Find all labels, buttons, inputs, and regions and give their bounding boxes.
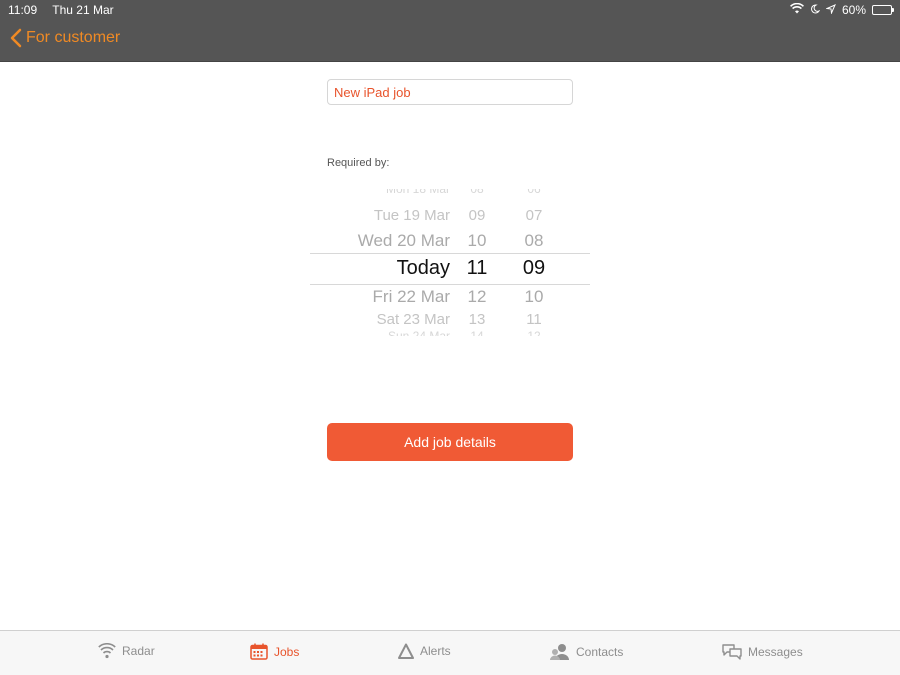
battery-icon (872, 5, 894, 15)
picker-minute-selected[interactable]: 09 (516, 257, 552, 280)
picker-minute-option[interactable]: 08 (516, 231, 552, 251)
tab-jobs[interactable]: Jobs (250, 643, 299, 660)
picker-date-option[interactable]: Fri 22 Mar (310, 287, 450, 307)
calendar-icon (250, 643, 268, 660)
date-time-picker[interactable]: Mon 18 Mar Tue 19 Mar Wed 20 Mar Today Fri 2… (310, 188, 590, 344)
triangle-icon (398, 643, 414, 659)
contacts-icon (550, 644, 569, 660)
picker-hour-option[interactable]: 10 (460, 231, 494, 251)
nav-bar: For customer (0, 20, 900, 62)
radar-wifi-icon (98, 643, 116, 659)
status-time: 11:09 (8, 3, 38, 17)
picker-date-option[interactable]: Sat 23 Mar (310, 311, 450, 328)
back-button[interactable]: For customer (10, 28, 120, 48)
picker-hour-option[interactable]: 14 (460, 329, 494, 336)
wifi-icon (790, 2, 804, 17)
add-job-details-button[interactable]: Add job details (327, 423, 573, 461)
tab-contacts-label: Contacts (576, 645, 624, 659)
tab-messages[interactable]: Messages (722, 643, 803, 660)
chat-bubbles-icon (722, 644, 742, 660)
picker-date-column[interactable]: Mon 18 Mar Tue 19 Mar Wed 20 Mar Today Fri 2… (310, 188, 450, 344)
tab-radar[interactable]: Radar (98, 643, 155, 659)
picker-hour-option[interactable]: 12 (460, 287, 494, 307)
tab-contacts[interactable]: Contacts (550, 643, 623, 661)
picker-hour-option[interactable]: 09 (460, 207, 494, 224)
picker-minute-option[interactable]: 07 (516, 207, 552, 224)
picker-minute-column[interactable]: 06 07 08 09 10 11 12 (516, 188, 552, 344)
job-name-input[interactable] (327, 79, 573, 105)
tab-alerts-label: Alerts (420, 644, 451, 658)
status-right: 60% (790, 2, 894, 17)
picker-minute-option[interactable]: 12 (516, 329, 552, 336)
status-date: Thu 21 Mar (52, 3, 114, 17)
picker-minute-option[interactable]: 06 (516, 189, 552, 196)
back-label: For customer (26, 29, 121, 46)
tab-radar-label: Radar (122, 644, 155, 658)
picker-date-selected[interactable]: Today (310, 257, 450, 280)
picker-minute-option[interactable]: 10 (516, 287, 552, 307)
picker-hour-option[interactable]: 13 (460, 311, 494, 328)
tab-alerts[interactable]: Alerts (398, 643, 451, 659)
picker-hour-option[interactable]: 08 (460, 189, 494, 196)
tab-bar: Radar Jobs Alerts Contacts Messages (0, 630, 900, 675)
picker-date-option[interactable]: Mon 18 Mar (310, 189, 450, 196)
chevron-left-icon (10, 28, 22, 48)
tab-messages-label: Messages (748, 644, 803, 659)
picker-date-option[interactable]: Wed 20 Mar (310, 231, 450, 251)
picker-minute-option[interactable]: 11 (516, 311, 552, 328)
picker-date-option[interactable]: Tue 19 Mar (310, 207, 450, 224)
status-left: 11:09 Thu 21 Mar (8, 3, 126, 17)
picker-hour-selected[interactable]: 11 (460, 257, 494, 280)
required-by-label: Required by: (327, 157, 390, 169)
tab-jobs-label: Jobs (274, 644, 300, 659)
status-bar: 11:09 Thu 21 Mar 60% (0, 0, 900, 20)
moon-icon (810, 3, 821, 17)
location-arrow-icon (825, 3, 836, 17)
picker-date-option[interactable]: Sun 24 Mar (310, 329, 450, 336)
battery-percent: 60% (841, 3, 866, 17)
picker-hour-column[interactable]: 08 09 10 11 12 13 14 (460, 188, 494, 344)
